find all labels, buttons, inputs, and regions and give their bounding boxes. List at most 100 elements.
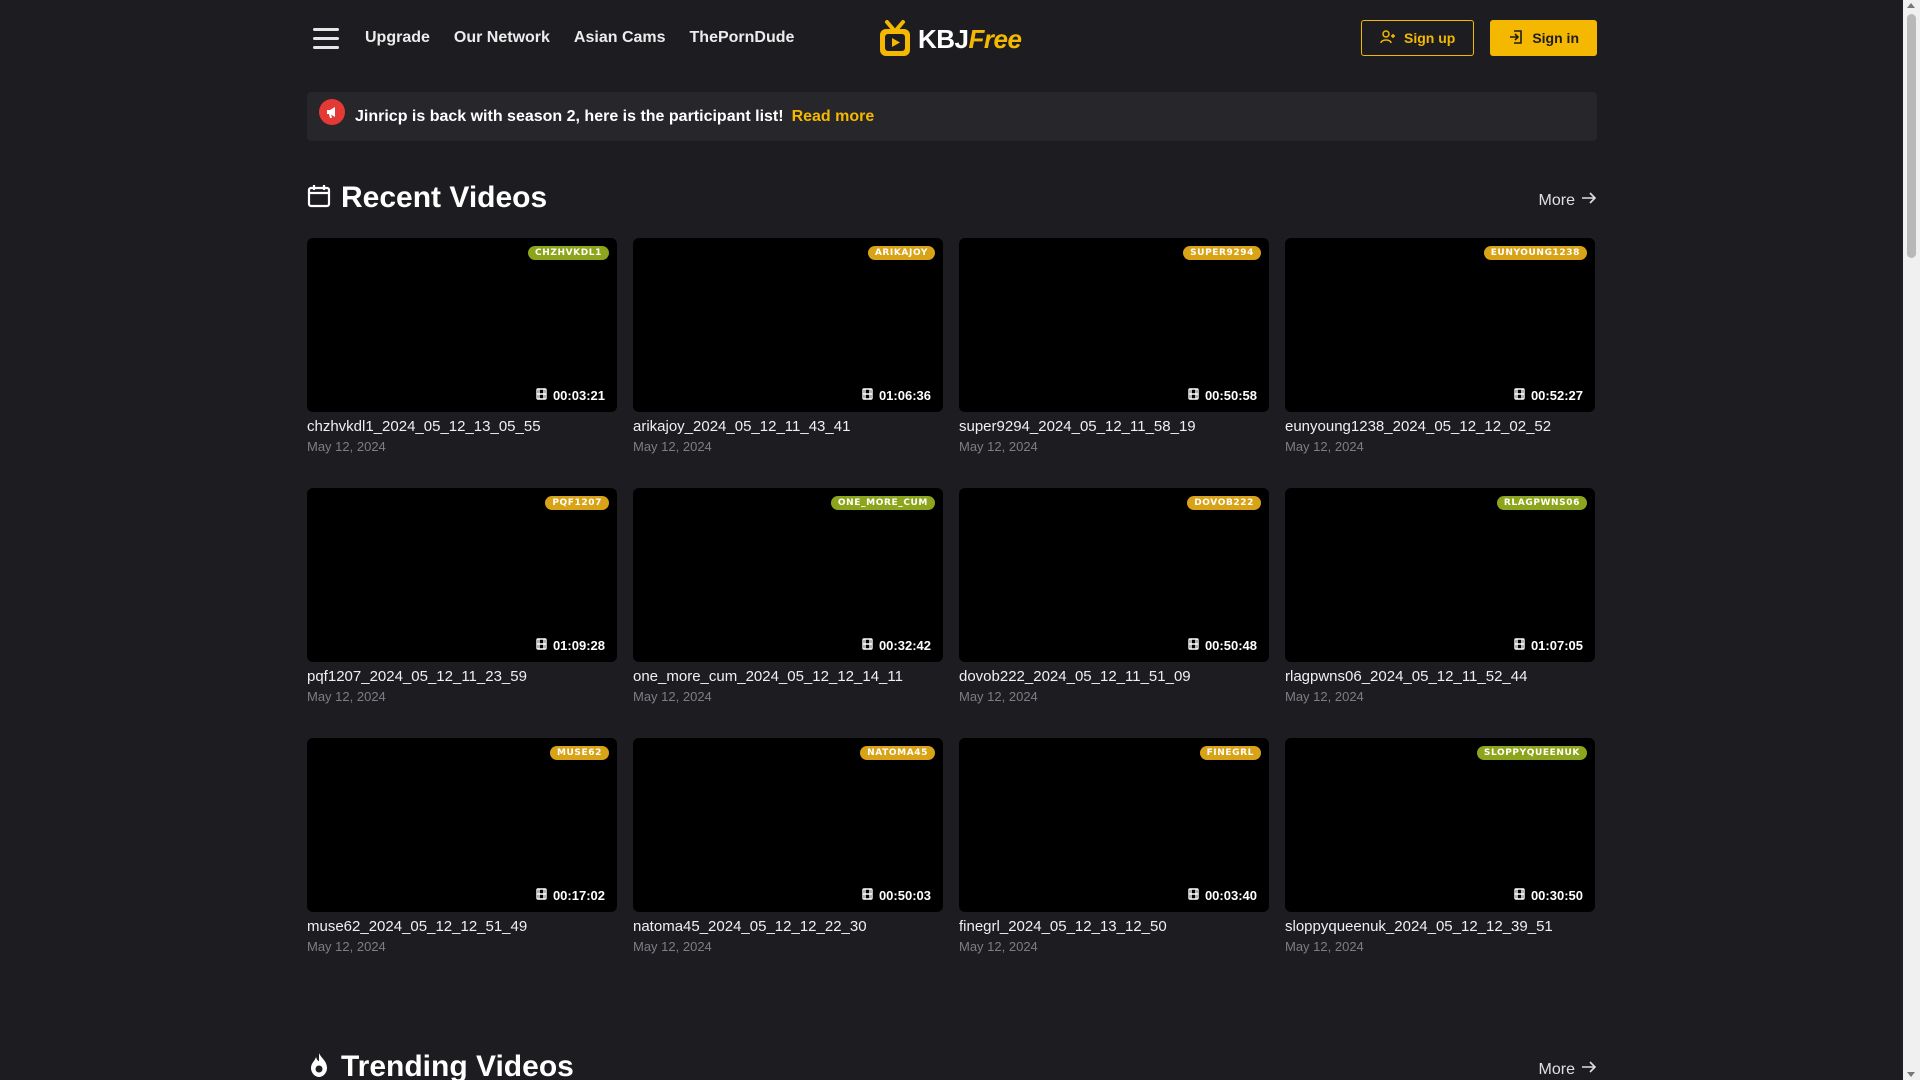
sign-in-button[interactable]: Sign in: [1490, 20, 1597, 56]
scroll-up-arrow[interactable]: [1907, 3, 1915, 8]
video-thumbnail[interactable]: PQF1207 01:09:28: [307, 488, 617, 662]
video-duration: 00:30:50: [1514, 888, 1583, 903]
duration-text: 00:50:48: [1204, 638, 1257, 653]
video-title[interactable]: sloppyqueenuk_2024_05_12_12_39_51: [1285, 918, 1595, 935]
video-duration: 00:03:21: [536, 388, 605, 403]
video-title[interactable]: super9294_2024_05_12_11_58_19: [959, 418, 1269, 435]
video-title[interactable]: natoma45_2024_05_12_12_22_30: [633, 918, 943, 935]
video-title[interactable]: eunyoung1238_2024_05_12_12_02_52: [1285, 418, 1595, 435]
film-icon: [1514, 388, 1525, 403]
top-navbar: Upgrade Our Network Asian Cams ThePornDu…: [307, 19, 1597, 59]
sign-in-icon: [1508, 29, 1524, 48]
streamer-badge[interactable]: PQF1207: [545, 496, 609, 510]
nav-link-upgrade[interactable]: Upgrade: [365, 29, 430, 47]
streamer-badge[interactable]: MUSE62: [549, 746, 609, 760]
streamer-badge[interactable]: RLAGPWNS06: [1496, 496, 1587, 510]
video-title[interactable]: finegrl_2024_05_12_13_12_50: [959, 918, 1269, 935]
video-thumbnail[interactable]: SLOPPYQUEENUK 00:30:50: [1285, 738, 1595, 912]
nav-link-asian-cams[interactable]: Asian Cams: [574, 29, 666, 47]
film-icon: [862, 888, 873, 903]
video-thumbnail[interactable]: NATOMA45 00:50:03: [633, 738, 943, 912]
video-card[interactable]: FINEGRL 00:03:40 finegrl_2024_05_12_13_12_…: [959, 738, 1269, 988]
film-icon: [862, 638, 873, 653]
duration-text: 00:30:50: [1530, 888, 1583, 903]
video-thumbnail[interactable]: ARIKAJOY 01:06:36: [633, 238, 943, 412]
streamer-badge[interactable]: ARIKAJOY: [867, 246, 935, 260]
video-duration: 00:17:02: [536, 888, 605, 903]
trending-videos-header: Trending Videos More: [307, 1050, 1597, 1080]
video-thumbnail[interactable]: SUPER9294 00:50:58: [959, 238, 1269, 412]
nav-link-our-network[interactable]: Our Network: [454, 29, 550, 47]
menu-icon[interactable]: [313, 28, 339, 49]
video-card[interactable]: SUPER9294 00:50:58 super9294_2024_05_12_11…: [959, 238, 1269, 488]
video-card[interactable]: RLAGPWNS06 01:07:05 rlagpwns06_2024_05_12_…: [1285, 488, 1595, 738]
streamer-badge[interactable]: EUNYOUNG1238: [1483, 246, 1587, 260]
streamer-badge[interactable]: ONE_MORE_CUM: [830, 496, 935, 510]
logo-wordmark: KBJFree: [918, 24, 1022, 55]
video-duration: 01:09:28: [536, 638, 605, 653]
video-card[interactable]: NATOMA45 00:50:03 natoma45_2024_05_12_12_2…: [633, 738, 943, 988]
video-duration: 00:50:58: [1188, 388, 1257, 403]
fire-icon: [307, 1052, 331, 1080]
video-date: May 12, 2024: [307, 689, 386, 704]
page-scrollbar[interactable]: [1903, 0, 1920, 1080]
film-icon: [1514, 888, 1525, 903]
nav-link-theporndude[interactable]: ThePornDude: [690, 29, 795, 47]
recent-videos-title: Recent Videos: [307, 181, 547, 215]
streamer-badge[interactable]: DOVOB222: [1187, 496, 1261, 510]
recent-more-link[interactable]: More: [1539, 191, 1597, 210]
video-card[interactable]: EUNYOUNG1238 00:52:27 eunyoung1238_2024_05…: [1285, 238, 1595, 488]
video-card[interactable]: PQF1207 01:09:28 pqf1207_2024_05_12_11_23_…: [307, 488, 617, 738]
streamer-badge[interactable]: SUPER9294: [1183, 246, 1261, 260]
film-icon: [1188, 888, 1199, 903]
video-thumbnail[interactable]: CHZHVKDL1 00:03:21: [307, 238, 617, 412]
video-title[interactable]: pqf1207_2024_05_12_11_23_59: [307, 668, 617, 685]
duration-text: 00:03:21: [552, 388, 605, 403]
more-label: More: [1538, 191, 1575, 209]
video-title[interactable]: dovob222_2024_05_12_11_51_09: [959, 668, 1269, 685]
video-thumbnail[interactable]: RLAGPWNS06 01:07:05: [1285, 488, 1595, 662]
video-card[interactable]: MUSE62 00:17:02 muse62_2024_05_12_12_51_49…: [307, 738, 617, 988]
video-thumbnail[interactable]: FINEGRL 00:03:40: [959, 738, 1269, 912]
video-card[interactable]: SLOPPYQUEENUK 00:30:50 sloppyqueenuk_2024_…: [1285, 738, 1595, 988]
video-duration: 00:50:03: [862, 888, 931, 903]
video-title[interactable]: muse62_2024_05_12_12_51_49: [307, 918, 617, 935]
film-icon: [1188, 388, 1199, 403]
sign-up-button[interactable]: Sign up: [1361, 20, 1475, 56]
video-card[interactable]: ARIKAJOY 01:06:36 arikajoy_2024_05_12_11_4…: [633, 238, 943, 488]
scroll-down-arrow[interactable]: [1907, 1072, 1915, 1077]
video-thumbnail[interactable]: ONE_MORE_CUM 00:32:42: [633, 488, 943, 662]
sign-up-label: Sign up: [1404, 30, 1456, 46]
video-date: May 12, 2024: [633, 439, 712, 454]
section-heading: Trending Videos: [341, 1050, 574, 1080]
scroll-thumb[interactable]: [1907, 14, 1916, 258]
trending-more-link[interactable]: More: [1539, 1060, 1597, 1079]
video-date: May 12, 2024: [1285, 439, 1364, 454]
site-logo[interactable]: KBJFree: [878, 19, 1022, 59]
video-date: May 12, 2024: [1285, 689, 1364, 704]
video-date: May 12, 2024: [959, 939, 1038, 954]
video-title[interactable]: arikajoy_2024_05_12_11_43_41: [633, 418, 943, 435]
read-more-link[interactable]: Read more: [792, 108, 875, 126]
video-thumbnail[interactable]: EUNYOUNG1238 00:52:27: [1285, 238, 1595, 412]
play-tv-logo-icon: [878, 20, 912, 58]
video-thumbnail[interactable]: MUSE62 00:17:02: [307, 738, 617, 912]
video-card[interactable]: ONE_MORE_CUM 00:32:42 one_more_cum_2024_05…: [633, 488, 943, 738]
video-duration: 01:06:36: [862, 388, 931, 403]
video-duration: 00:50:48: [1188, 638, 1257, 653]
streamer-badge[interactable]: SLOPPYQUEENUK: [1476, 746, 1587, 760]
streamer-badge[interactable]: CHZHVKDL1: [527, 246, 609, 260]
video-thumbnail[interactable]: DOVOB222 00:50:48: [959, 488, 1269, 662]
film-icon: [536, 888, 547, 903]
video-title[interactable]: one_more_cum_2024_05_12_12_14_11: [633, 668, 943, 685]
streamer-badge[interactable]: FINEGRL: [1199, 746, 1261, 760]
video-card[interactable]: DOVOB222 00:50:48 dovob222_2024_05_12_11_5…: [959, 488, 1269, 738]
duration-text: 00:03:40: [1204, 888, 1257, 903]
streamer-badge[interactable]: NATOMA45: [860, 746, 935, 760]
video-title[interactable]: chzhvkdl1_2024_05_12_13_05_55: [307, 418, 617, 435]
more-label: More: [1538, 1060, 1575, 1078]
video-date: May 12, 2024: [633, 939, 712, 954]
film-icon: [1514, 638, 1525, 653]
video-card[interactable]: CHZHVKDL1 00:03:21 chzhvkdl1_2024_05_12_13…: [307, 238, 617, 488]
video-title[interactable]: rlagpwns06_2024_05_12_11_52_44: [1285, 668, 1595, 685]
